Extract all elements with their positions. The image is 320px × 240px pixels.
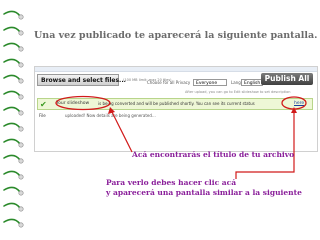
slideshow-title[interactable]: Your slideshow	[56, 101, 89, 106]
browse-files-button[interactable]: Browse and select files...	[37, 74, 126, 86]
status-link[interactable]: here	[294, 101, 304, 106]
check-icon: ✔	[40, 100, 47, 109]
file-title-annotation: Acá encontrarás el título de tu archivo	[132, 150, 295, 159]
notebook-spiral	[3, 10, 24, 228]
privacy-row: Choose for all Privacy Everyone Lang Eng…	[147, 79, 263, 89]
file-status: uploaded! Now details are being generate…	[65, 113, 156, 118]
slide-title: Una vez publicado te aparecerá la siguie…	[34, 30, 318, 41]
view-annotation-line1: Para verlo debes hacer clic acá	[106, 178, 237, 187]
screenshot-topbar	[35, 67, 317, 72]
language-label: Lang	[231, 80, 241, 85]
view-annotation: Para verlo debes hacer clic acá y aparec…	[106, 178, 302, 198]
file-row: File uploaded! Now details are being gen…	[37, 112, 313, 120]
privacy-label: Choose for all Privacy	[147, 80, 191, 85]
embedded-screenshot: Browse and select files... (100 MB limit…	[34, 66, 318, 152]
upload-hint-text: After upload, you can go to Edit slidesh…	[185, 90, 291, 94]
publish-all-button[interactable]: Publish All	[261, 73, 313, 85]
notice-text: is being converted and will be published…	[98, 101, 255, 106]
view-annotation-line2: y aparecerá una pantalla similar a la si…	[106, 188, 302, 197]
privacy-select[interactable]: Everyone	[193, 79, 227, 86]
language-select[interactable]: English	[241, 79, 263, 86]
file-label: File	[39, 113, 46, 118]
publish-notice: ✔ Your slideshow is being converted and …	[37, 98, 313, 110]
